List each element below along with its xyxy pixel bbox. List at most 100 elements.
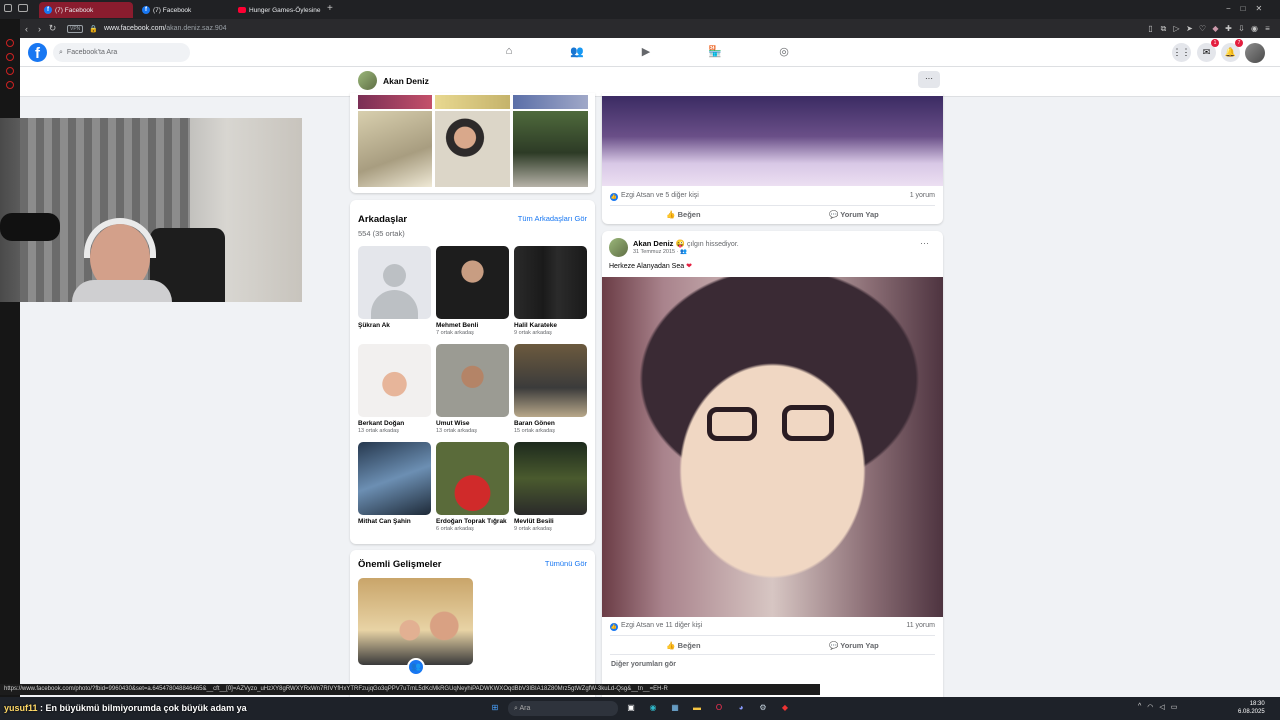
sidebar-app-icon[interactable]	[6, 53, 14, 61]
friend-photo-placeholder[interactable]	[358, 246, 431, 319]
sidebar-app-icon[interactable]	[6, 81, 14, 89]
photo-thumbnail[interactable]	[435, 111, 510, 187]
app-icon[interactable]: ◆	[778, 701, 792, 715]
friend-tile[interactable]: Erdoğan Toprak Tığrak 6 ortak arkadaş	[436, 442, 509, 532]
battery-icon[interactable]: ▭	[1171, 703, 1178, 711]
comments-count[interactable]: 1 yorum	[910, 192, 935, 201]
new-tab-button[interactable]: +	[327, 3, 333, 14]
friend-tile[interactable]: Halil Karateke 9 ortak arkadaş	[514, 246, 587, 336]
see-all-featured-link[interactable]: Tümünü Gör	[545, 559, 587, 568]
forward-icon[interactable]: ›	[33, 24, 46, 34]
friend-photo[interactable]	[358, 442, 431, 515]
messenger-icon[interactable]: ✉ 1	[1197, 39, 1219, 62]
watch-icon[interactable]: ▶	[638, 45, 654, 61]
notifications-icon[interactable]: 🔔 7	[1221, 39, 1243, 62]
friend-name[interactable]: Baran Gönen	[514, 420, 587, 427]
view-more-comments-link[interactable]: Diğer yorumları gör	[611, 661, 676, 668]
reactions-text[interactable]: Ezgi Atsan ve 5 diğer kişi	[621, 192, 699, 199]
friends-icon[interactable]: 👥	[569, 45, 585, 61]
menu-grid-icon[interactable]: ⋮⋮	[1172, 43, 1191, 62]
photo-thumbnail[interactable]	[435, 95, 510, 109]
steam-icon[interactable]: ⚙	[756, 701, 770, 715]
profile-avatar[interactable]	[358, 71, 377, 90]
volume-icon[interactable]: ◁	[1159, 703, 1164, 711]
account-avatar[interactable]	[1245, 43, 1265, 63]
minimize-icon[interactable]: −	[1226, 4, 1231, 13]
see-all-friends-link[interactable]: Tüm Arkadaşları Gör	[518, 214, 587, 223]
friend-name[interactable]: Berkant Doğan	[358, 420, 431, 427]
friend-tile[interactable]: Umut Wise 13 ortak arkadaş	[436, 344, 509, 434]
browser-tab-facebook-1[interactable]: f (7) Facebook	[39, 2, 133, 18]
friend-tile[interactable]: Baran Gönen 15 ortak arkadaş	[514, 344, 587, 434]
home-icon[interactable]: ⌂	[501, 45, 517, 61]
extension-puzzle-icon[interactable]: ✚	[1222, 24, 1235, 34]
friend-photo[interactable]	[514, 442, 587, 515]
taskbar-search[interactable]: ⌕ Ara	[508, 701, 618, 716]
comment-button[interactable]: 💬 Yorum Yap	[829, 210, 879, 219]
discord-icon[interactable]: ◕	[734, 701, 748, 715]
post-more-button[interactable]: ···	[920, 238, 929, 248]
groups-icon[interactable]: ◎	[776, 45, 792, 61]
screenshot-icon[interactable]: ⧉	[1157, 24, 1170, 34]
friend-name[interactable]: Mehmet Benli	[436, 322, 509, 329]
friend-photo[interactable]	[436, 246, 509, 319]
post-author-avatar[interactable]	[609, 238, 628, 257]
friend-name[interactable]: Umut Wise	[436, 420, 509, 427]
window-controls[interactable]: − □ ✕	[1226, 4, 1262, 13]
photo-thumbnail[interactable]	[358, 111, 432, 187]
friend-photo[interactable]	[358, 344, 431, 417]
extension-icon[interactable]: ◆	[1209, 24, 1222, 34]
player-icon[interactable]: ▷	[1170, 24, 1183, 34]
friend-photo[interactable]	[436, 442, 509, 515]
chevron-up-icon[interactable]: ^	[1138, 703, 1141, 711]
close-icon[interactable]: ✕	[1256, 4, 1263, 13]
friend-tile[interactable]: Mevlüt Besili 9 ortak arkadaş	[514, 442, 587, 532]
post-date[interactable]: 31 Temmuz 2015	[633, 249, 675, 255]
photo-thumbnail[interactable]	[358, 95, 432, 109]
like-button[interactable]: 👍 Beğen	[666, 641, 700, 650]
comment-button[interactable]: 💬 Yorum Yap	[829, 641, 879, 650]
heart-icon[interactable]: ♡	[1196, 24, 1209, 34]
friend-tile[interactable]: Mehmet Benli 7 ortak arkadaş	[436, 246, 509, 336]
download-icon[interactable]: ⇩	[1235, 24, 1248, 34]
profile-more-button[interactable]: ···	[918, 71, 940, 88]
menu-icon[interactable]: ≡	[1261, 24, 1274, 34]
maximize-icon[interactable]: □	[1241, 4, 1246, 13]
photo-thumbnail[interactable]	[513, 111, 588, 187]
bookmark-icon[interactable]: ▯	[1144, 24, 1157, 34]
friend-name[interactable]: Erdoğan Toprak Tığrak	[436, 518, 509, 525]
marketplace-icon[interactable]: 🏪	[707, 45, 723, 61]
edge-icon[interactable]: ◉	[646, 701, 660, 715]
lock-icon[interactable]: 🔒	[89, 25, 98, 33]
comments-count[interactable]: 11 yorum	[906, 622, 935, 631]
friend-name[interactable]: Şükran Ak	[358, 322, 431, 329]
post-author-name[interactable]: Akan Deniz	[633, 239, 673, 248]
windows-start-icon[interactable]: ⊞	[488, 701, 502, 715]
account-icon[interactable]: ◉	[1248, 24, 1261, 34]
friend-name[interactable]: Mithat Can Şahin	[358, 518, 431, 525]
friend-tile[interactable]: Mithat Can Şahin	[358, 442, 431, 526]
featured-story-thumbnail[interactable]	[358, 578, 473, 665]
opera-icon[interactable]: O	[712, 701, 726, 715]
sidebar-app-icon[interactable]	[6, 39, 14, 47]
friend-photo[interactable]	[514, 344, 587, 417]
send-icon[interactable]: ➤	[1183, 24, 1196, 34]
reload-icon[interactable]: ↻	[46, 23, 59, 34]
taskbar-clock[interactable]: 18:30 6.08.2025	[1238, 700, 1265, 716]
friend-photo[interactable]	[514, 246, 587, 319]
file-explorer-icon[interactable]: ▬	[690, 701, 704, 715]
browser-tab-hunger-games[interactable]: Hunger Games-Öylesine	[233, 2, 321, 18]
reactions-text[interactable]: Ezgi Atsan ve 11 diğer kişi	[621, 622, 702, 629]
facebook-logo[interactable]: f	[28, 43, 47, 62]
store-icon[interactable]: ▦	[668, 701, 682, 715]
vpn-badge[interactable]: VPN	[67, 24, 84, 33]
post-photo[interactable]	[602, 277, 943, 617]
browser-tab-facebook-2[interactable]: f (7) Facebook	[137, 2, 231, 18]
wifi-icon[interactable]: ◠	[1147, 703, 1153, 711]
task-view-icon[interactable]: ▣	[624, 701, 638, 715]
tab-list-icon[interactable]	[18, 4, 28, 12]
post-photo[interactable]	[602, 96, 943, 186]
profile-name[interactable]: Akan Deniz	[383, 76, 429, 86]
like-button[interactable]: 👍 Beğen	[666, 210, 700, 219]
friend-tile[interactable]: Berkant Doğan 13 ortak arkadaş	[358, 344, 431, 434]
